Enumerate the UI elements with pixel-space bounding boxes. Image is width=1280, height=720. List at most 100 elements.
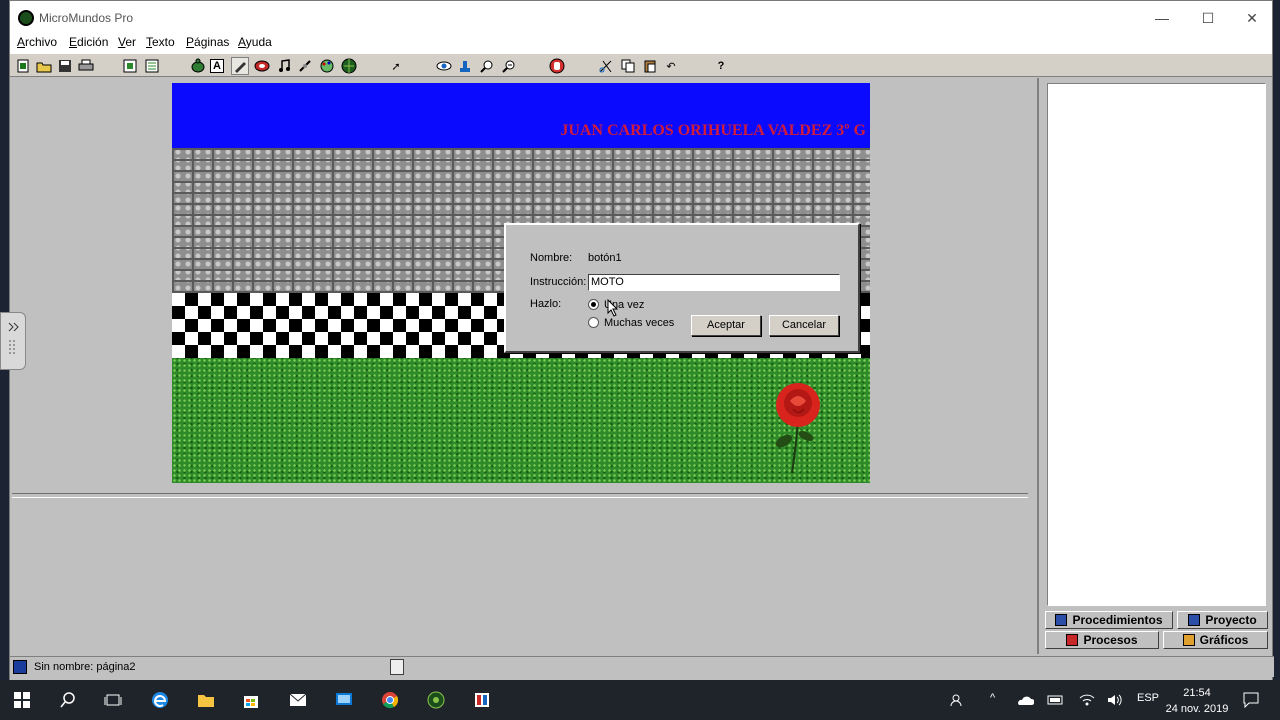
side-panel: Procedimientos Proyecto Procesos Gráfico… bbox=[1037, 78, 1272, 654]
color-palette-icon[interactable] bbox=[318, 57, 336, 75]
nombre-label: Nombre: bbox=[530, 252, 573, 264]
window-title: MicroMundos Pro bbox=[39, 11, 134, 25]
menu-edicion[interactable]: Edición bbox=[69, 35, 108, 49]
hazlo-label: Hazlo: bbox=[530, 298, 562, 310]
tab-graficos-label: Gráficos bbox=[1199, 633, 1249, 647]
stop-icon[interactable] bbox=[548, 57, 566, 75]
pointer-icon[interactable]: ➚ bbox=[387, 57, 405, 75]
minimize-button[interactable]: — bbox=[1140, 5, 1184, 31]
rose-image bbox=[775, 383, 820, 474]
app-window-icon[interactable] bbox=[471, 689, 493, 711]
zoom-out-icon[interactable] bbox=[500, 57, 518, 75]
edge-browser-icon[interactable] bbox=[149, 689, 171, 711]
stamp-icon[interactable] bbox=[456, 57, 474, 75]
open-icon[interactable] bbox=[35, 57, 53, 75]
menu-ayuda[interactable]: Ayuda bbox=[238, 35, 272, 49]
status-text: Sin nombre: página2 bbox=[34, 661, 136, 673]
copy-icon[interactable] bbox=[619, 57, 637, 75]
clock-date: 24 nov. 2019 bbox=[1165, 703, 1229, 715]
grass-background bbox=[172, 358, 870, 483]
paste-icon[interactable] bbox=[641, 57, 659, 75]
text-box-icon[interactable]: A bbox=[210, 59, 224, 73]
menu-bar: Archivo Edición Ver Texto Páginas Ayuda bbox=[10, 35, 1272, 53]
button-icon[interactable] bbox=[253, 57, 271, 75]
notifications-icon[interactable] bbox=[1240, 689, 1262, 711]
page-icon[interactable] bbox=[121, 57, 139, 75]
side-handle[interactable] bbox=[0, 312, 26, 370]
app-icon bbox=[18, 10, 34, 26]
tab-procesos[interactable]: Procesos bbox=[1045, 631, 1159, 649]
title-bar[interactable]: MicroMundos Pro — ☐ ✕ bbox=[10, 1, 1272, 35]
menu-texto[interactable]: Texto bbox=[146, 35, 175, 49]
procedures-pane[interactable] bbox=[1047, 83, 1266, 606]
start-icon[interactable] bbox=[11, 689, 33, 711]
maximize-button[interactable]: ☐ bbox=[1186, 5, 1230, 31]
save-icon[interactable] bbox=[56, 57, 74, 75]
language-indicator[interactable]: ESP bbox=[1137, 692, 1159, 704]
page-list-icon[interactable] bbox=[143, 57, 161, 75]
slider-icon[interactable] bbox=[296, 57, 314, 75]
tab-procedimientos-label: Procedimientos bbox=[1072, 613, 1163, 627]
aceptar-button[interactable]: Aceptar bbox=[691, 315, 761, 336]
close-button[interactable]: ✕ bbox=[1230, 5, 1274, 31]
battery-icon[interactable] bbox=[1045, 689, 1067, 711]
micromundos-window: MicroMundos Pro — ☐ ✕ Archivo Edición Ve… bbox=[9, 0, 1274, 683]
status-bar: Sin nombre: página2 bbox=[10, 656, 1274, 677]
procedimientos-icon bbox=[1055, 614, 1068, 626]
menu-paginas[interactable]: Páginas bbox=[186, 35, 229, 49]
zoom-in-icon[interactable] bbox=[478, 57, 496, 75]
pane-splitter[interactable] bbox=[10, 490, 1031, 498]
globe-icon[interactable] bbox=[340, 57, 358, 75]
help-icon[interactable]: ? bbox=[712, 57, 730, 75]
new-page-icon[interactable] bbox=[14, 57, 32, 75]
tab-proyecto-label: Proyecto bbox=[1205, 613, 1257, 627]
radio-una-vez[interactable] bbox=[588, 299, 599, 310]
clock[interactable]: 21:54 24 nov. 2019 bbox=[1162, 685, 1232, 717]
menu-archivo[interactable]: Archivo bbox=[17, 35, 57, 49]
people-icon[interactable] bbox=[947, 689, 969, 711]
volume-icon[interactable] bbox=[1104, 689, 1126, 711]
tab-proyecto[interactable]: Proyecto bbox=[1177, 611, 1268, 629]
expand-chevron-icon bbox=[8, 322, 19, 354]
work-area: JUAN CARLOS ORIHUELA VALDEZ 3º G Nombre:… bbox=[10, 78, 1035, 490]
clock-time: 21:54 bbox=[1183, 687, 1211, 699]
micromundos-taskbar-icon[interactable] bbox=[425, 689, 447, 711]
mouse-cursor-icon bbox=[607, 299, 619, 317]
muchas-veces-label[interactable]: Muchas veces bbox=[604, 317, 674, 329]
menu-ver[interactable]: Ver bbox=[118, 35, 136, 49]
pen-icon[interactable] bbox=[231, 57, 249, 75]
print-icon[interactable] bbox=[77, 57, 95, 75]
tab-procedimientos[interactable]: Procedimientos bbox=[1045, 611, 1173, 629]
windows-taskbar: ^ ESP 21:54 24 nov. 2019 bbox=[0, 680, 1280, 720]
search-icon[interactable] bbox=[57, 689, 79, 711]
proyecto-icon bbox=[1188, 614, 1201, 626]
instruccion-label: Instrucción: bbox=[530, 276, 587, 288]
nombre-value: botón1 bbox=[588, 252, 622, 264]
store-icon[interactable] bbox=[240, 689, 262, 711]
radio-muchas-veces[interactable] bbox=[588, 317, 599, 328]
melody-icon[interactable] bbox=[275, 57, 293, 75]
button-properties-dialog: Nombre: botón1 Instrucción: MOTO Hazlo: … bbox=[504, 223, 860, 353]
command-center[interactable] bbox=[10, 499, 1035, 654]
task-view-icon[interactable] bbox=[102, 689, 124, 711]
eye-icon[interactable] bbox=[435, 57, 453, 75]
graficos-icon bbox=[1182, 634, 1195, 646]
scissors-icon[interactable] bbox=[597, 57, 615, 75]
wifi-icon[interactable] bbox=[1076, 689, 1098, 711]
mail-icon[interactable] bbox=[287, 689, 309, 711]
banner-text: JUAN CARLOS ORIHUELA VALDEZ 3º G bbox=[560, 122, 866, 139]
undo-icon[interactable]: ↶ bbox=[662, 57, 680, 75]
tab-graficos[interactable]: Gráficos bbox=[1163, 631, 1268, 649]
cancelar-button[interactable]: Cancelar bbox=[769, 315, 839, 336]
hatch-turtle-icon[interactable] bbox=[189, 57, 207, 75]
tray-chevron-icon[interactable]: ^ bbox=[990, 692, 995, 704]
page-status-icon bbox=[13, 660, 27, 674]
project-page[interactable]: JUAN CARLOS ORIHUELA VALDEZ 3º G Nombre:… bbox=[172, 83, 870, 483]
page-notes-icon[interactable] bbox=[390, 659, 404, 675]
chrome-icon[interactable] bbox=[379, 689, 401, 711]
file-explorer-icon[interactable] bbox=[195, 689, 217, 711]
onedrive-icon[interactable] bbox=[1014, 689, 1036, 711]
instruccion-input[interactable]: MOTO bbox=[588, 274, 840, 291]
toolbar: A ➚ ↶ ? bbox=[10, 53, 1272, 77]
screen-app-icon[interactable] bbox=[333, 689, 355, 711]
